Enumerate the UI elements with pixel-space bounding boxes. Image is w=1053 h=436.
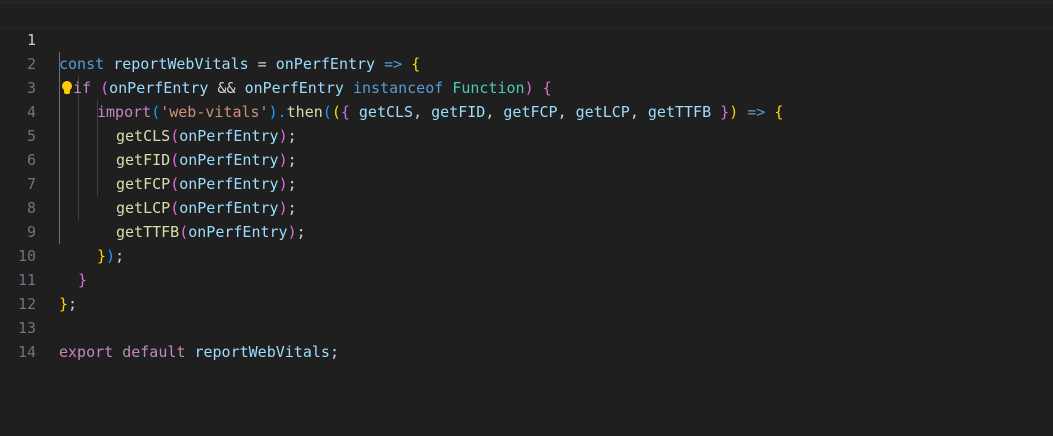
code-line[interactable]: 6 getFCP(onPerfEntry); <box>0 124 1053 193</box>
code-line[interactable]: 8 getTTFB(onPerfEntry); <box>0 172 1053 241</box>
keyword-default: default <box>122 343 186 361</box>
identifier: reportWebVitals <box>194 343 330 361</box>
code-line[interactable]: 12 <box>0 268 1053 313</box>
code-text: export default reportWebVitals; <box>59 340 339 364</box>
code-editor[interactable]: 1 const reportWebVitals = onPerfEntry =>… <box>0 0 1053 436</box>
code-line[interactable]: 3 import('web-vitals').then(({ getCLS, g… <box>0 52 1053 121</box>
code-line[interactable]: 14 <box>0 316 1053 361</box>
line-number: 14 <box>17 343 36 361</box>
code-line[interactable]: 10 } <box>0 220 1053 289</box>
code-line[interactable]: 9 }); <box>0 196 1053 265</box>
punctuation: ; <box>329 343 339 361</box>
code-line[interactable]: 4 getCLS(onPerfEntry); <box>0 76 1053 145</box>
code-line[interactable]: 1 const reportWebVitals = onPerfEntry =>… <box>0 3 1053 73</box>
code-line[interactable]: 7 getLCP(onPerfEntry); <box>0 148 1053 217</box>
code-line[interactable]: 13 export default reportWebVitals; <box>0 292 1053 361</box>
keyword-export: export <box>59 343 114 361</box>
code-line[interactable]: 5 getFID(onPerfEntry); <box>0 100 1053 169</box>
code-line[interactable]: 2 if (onPerfEntry && onPerfEntry instanc… <box>0 28 1053 97</box>
code-line[interactable]: 11 }; <box>0 244 1053 313</box>
